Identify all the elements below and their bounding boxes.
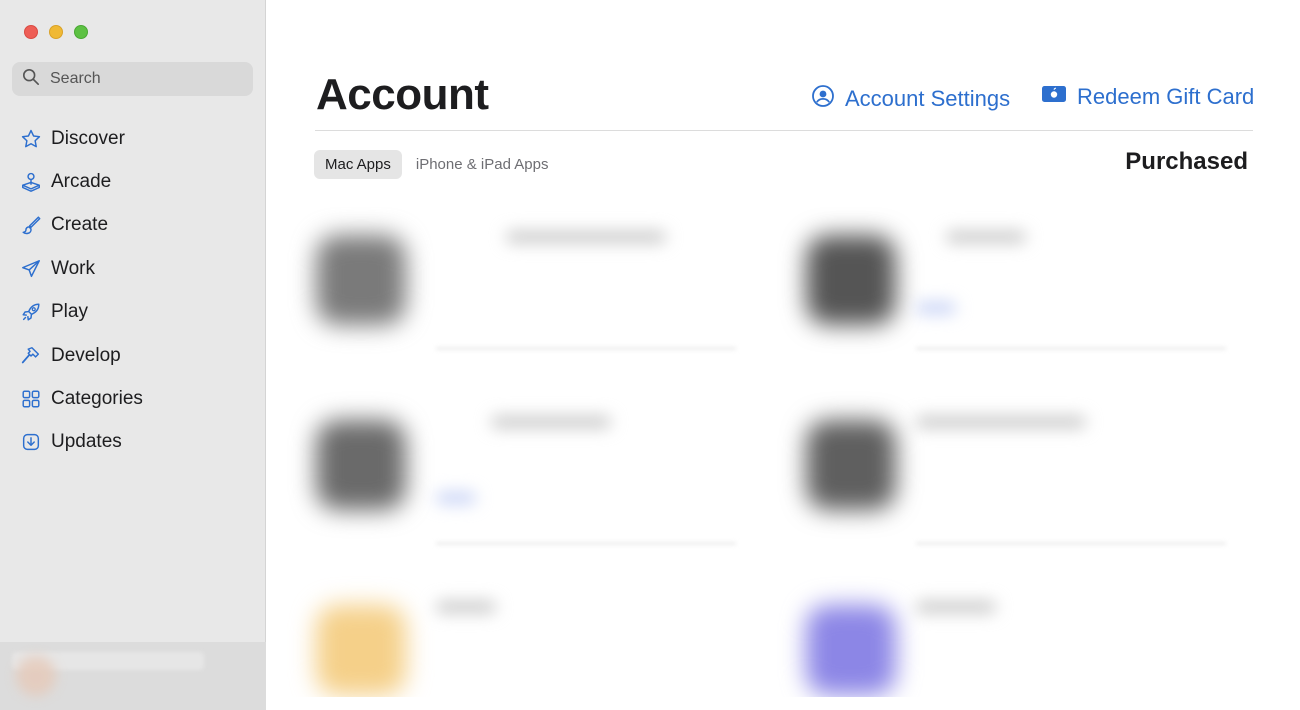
- sidebar-item-categories[interactable]: Categories: [0, 377, 266, 420]
- sidebar-item-label: Arcade: [51, 171, 112, 193]
- grid-icon: [20, 388, 42, 410]
- sidebar-item-label: Updates: [51, 431, 122, 453]
- sidebar-item-label: Discover: [51, 127, 125, 149]
- paintbrush-icon: [20, 214, 42, 236]
- row-divider: [916, 347, 1226, 350]
- person-circle-icon: [811, 84, 835, 114]
- app-name-redacted: [436, 601, 496, 613]
- minimize-window-button[interactable]: [49, 25, 63, 39]
- list-item[interactable]: [766, 207, 1226, 367]
- account-settings-button[interactable]: Account Settings: [811, 84, 1010, 114]
- sidebar-item-label: Work: [51, 257, 95, 279]
- paperplane-icon: [20, 258, 42, 280]
- purchased-apps-list: [276, 207, 1252, 697]
- sidebar: Discover Arcade Create Work: [0, 0, 266, 710]
- app-icon-redacted: [806, 420, 896, 510]
- zoom-window-button[interactable]: [74, 25, 88, 39]
- row-divider: [436, 542, 736, 545]
- app-name-redacted: [916, 601, 996, 613]
- sidebar-item-arcade[interactable]: Arcade: [0, 160, 266, 203]
- app-icon-redacted: [806, 605, 896, 695]
- platform-tabs: Mac Apps iPhone & iPad Apps: [314, 150, 559, 179]
- row-divider: [436, 347, 736, 350]
- hammer-icon: [20, 345, 42, 367]
- app-subtitle-redacted: [436, 492, 476, 504]
- app-name-redacted: [506, 231, 666, 243]
- app-name-redacted: [946, 231, 1026, 243]
- rocket-icon: [20, 301, 42, 323]
- sidebar-item-label: Develop: [51, 344, 121, 366]
- tab-iphone-ipad-apps[interactable]: iPhone & iPad Apps: [405, 150, 560, 179]
- sidebar-item-discover[interactable]: Discover: [0, 117, 266, 160]
- sidebar-item-label: Create: [51, 214, 109, 236]
- list-item[interactable]: [766, 392, 1226, 552]
- app-name-redacted: [491, 416, 611, 428]
- page-title: Account: [316, 70, 489, 119]
- app-icon-redacted: [316, 235, 406, 325]
- app-icon-redacted: [316, 420, 406, 510]
- joystick-icon: [20, 171, 42, 193]
- app-icon-redacted: [806, 235, 896, 325]
- main-content: Account Account Settings Redeem Gift Car…: [267, 0, 1300, 710]
- app-name-redacted: [916, 416, 1086, 428]
- sidebar-item-play[interactable]: Play: [0, 291, 266, 334]
- sidebar-nav: Discover Arcade Create Work Play Develop…: [0, 117, 266, 464]
- sidebar-item-create[interactable]: Create: [0, 204, 266, 247]
- list-item[interactable]: [276, 207, 736, 367]
- close-window-button[interactable]: [24, 25, 38, 39]
- list-item[interactable]: [276, 392, 736, 552]
- row-divider: [916, 542, 1226, 545]
- search-field[interactable]: [12, 62, 253, 96]
- gift-card-icon: [1041, 84, 1067, 110]
- star-icon: [20, 128, 42, 150]
- sidebar-item-label: Play: [51, 301, 88, 323]
- list-item[interactable]: [766, 577, 1226, 697]
- list-item[interactable]: [276, 577, 736, 697]
- account-settings-label: Account Settings: [845, 86, 1011, 111]
- app-subtitle-redacted: [916, 302, 956, 314]
- account-profile-button[interactable]: [0, 642, 266, 710]
- search-icon: [22, 68, 40, 91]
- sidebar-item-develop[interactable]: Develop: [0, 334, 266, 377]
- sidebar-item-label: Categories: [51, 388, 143, 410]
- download-icon: [20, 431, 42, 453]
- search-input[interactable]: [50, 70, 240, 88]
- app-store-window: Discover Arcade Create Work: [0, 0, 1300, 710]
- header-divider: [315, 130, 1253, 131]
- redeem-gift-card-button[interactable]: Redeem Gift Card: [1041, 84, 1254, 110]
- app-icon-redacted: [316, 605, 406, 695]
- redeem-gift-card-label: Redeem Gift Card: [1077, 84, 1255, 109]
- sidebar-item-updates[interactable]: Updates: [0, 421, 266, 464]
- avatar: [16, 656, 56, 696]
- tab-mac-apps[interactable]: Mac Apps: [314, 150, 402, 179]
- section-title: Purchased: [1125, 148, 1248, 175]
- sidebar-item-work[interactable]: Work: [0, 247, 266, 290]
- window-controls: [24, 25, 88, 39]
